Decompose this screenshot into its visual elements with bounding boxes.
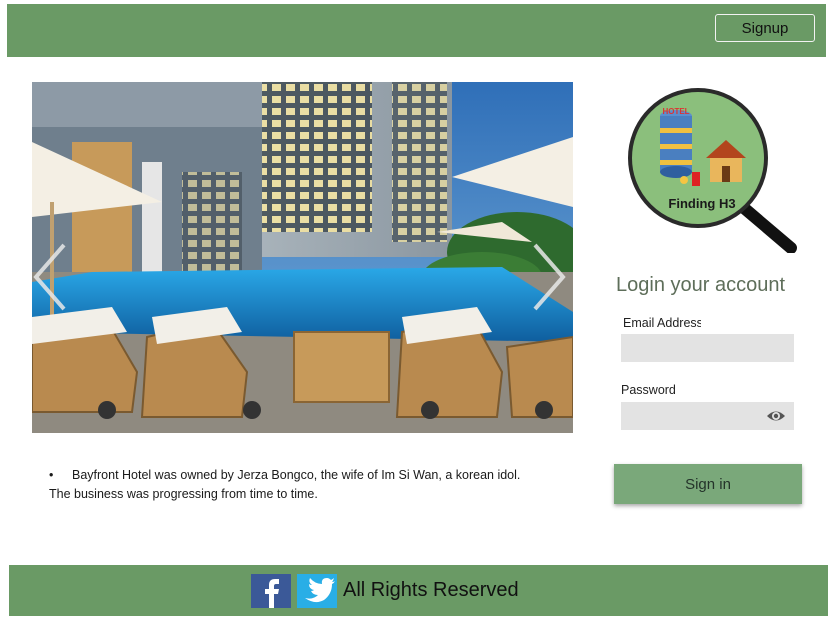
hotel-photo: [32, 82, 573, 433]
eye-icon[interactable]: [766, 406, 786, 426]
chevron-left-icon: [33, 243, 66, 311]
hotel-description: • Bayfront Hotel was owned by Jerza Bongc…: [49, 466, 569, 504]
sign-in-button[interactable]: Sign in: [614, 464, 802, 504]
caption-line-1: Bayfront Hotel was owned by Jerza Bongco…: [72, 468, 521, 482]
caption-line-2: The business was progressing from time t…: [49, 487, 318, 501]
logo-name: Finding H3: [668, 196, 735, 211]
chevron-right-icon: [533, 243, 566, 311]
signup-button[interactable]: Signup: [715, 14, 815, 42]
svg-text:HOTEL: HOTEL: [662, 107, 689, 116]
bullet: •: [49, 468, 54, 482]
email-label: Email Address: [623, 316, 701, 330]
password-label: Password: [621, 383, 676, 397]
carousel-next-button[interactable]: [527, 237, 567, 317]
footer-text: All Rights Reserved: [343, 579, 519, 601]
twitter-icon[interactable]: [297, 574, 337, 608]
facebook-icon[interactable]: [251, 574, 291, 608]
footer-bar: All Rights Reserved: [9, 565, 828, 616]
carousel-prev-button[interactable]: [32, 237, 72, 317]
top-nav-bar: Signup: [7, 4, 826, 57]
hotel-image-carousel: [32, 82, 573, 433]
login-title: Login your account: [616, 274, 786, 296]
email-field[interactable]: [621, 334, 794, 362]
finding-h3-logo: HOTEL Finding H3: [626, 88, 798, 254]
